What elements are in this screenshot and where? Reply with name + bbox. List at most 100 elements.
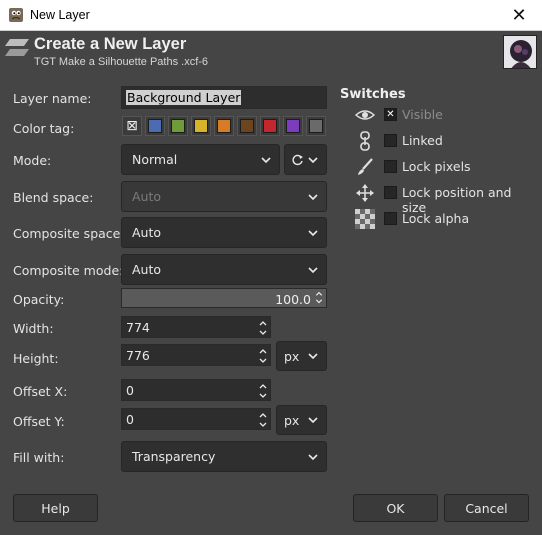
color-swatch-violet [286, 119, 300, 133]
dialog-title: Create a New Layer [34, 35, 187, 53]
color-tag-orange[interactable] [214, 116, 234, 136]
height-input[interactable]: 776 [121, 344, 271, 366]
offset-x-label: Offset X: [13, 384, 68, 399]
color-tag-label: Color tag: [13, 121, 75, 136]
spin-arrows-icon [259, 349, 267, 363]
chevron-down-icon [308, 417, 318, 424]
switch-lock-pixels[interactable]: Lock pixels [354, 156, 539, 178]
layer-name-input[interactable]: Background Layer [121, 86, 327, 109]
move-icon [356, 184, 374, 202]
blend-space-value: Auto [132, 189, 162, 204]
offset-x-input[interactable]: 0 [121, 379, 271, 401]
color-tag-yellow[interactable] [191, 116, 211, 136]
mode-group-icon [292, 154, 303, 165]
lock-alpha-label: Lock alpha [402, 211, 470, 226]
switches-title: Switches [340, 87, 406, 102]
spin-arrows-icon [259, 384, 267, 398]
color-swatch-blue [148, 119, 162, 133]
color-swatch-yellow [194, 119, 208, 133]
spin-arrows-icon [259, 413, 267, 427]
help-button[interactable]: Help [13, 494, 98, 522]
cancel-button-label: Cancel [465, 500, 508, 516]
spin-arrows-icon [259, 321, 267, 335]
image-name: TGT Make a Silhouette Paths .xcf-6 [34, 56, 209, 68]
switch-linked[interactable]: Linked [354, 130, 539, 152]
lock-pixels-label: Lock pixels [402, 159, 471, 174]
checked-icon: ✕ [386, 109, 395, 120]
color-tag-blue[interactable] [145, 116, 165, 136]
offset-unit-dropdown[interactable]: px [276, 405, 327, 435]
mode-switch-button[interactable] [284, 144, 327, 175]
color-swatch-green [171, 119, 185, 133]
switch-visible[interactable]: ✕ Visible [354, 104, 539, 126]
switch-lock-position[interactable]: Lock position and size [354, 182, 539, 215]
color-swatch-brown [240, 119, 254, 133]
opacity-label: Opacity: [13, 292, 65, 307]
color-swatch-orange [217, 119, 231, 133]
chevron-down-icon [261, 156, 271, 163]
color-tag-green[interactable] [168, 116, 188, 136]
window-title: New Layer [30, 8, 90, 22]
fill-with-dropdown[interactable]: Transparency [121, 441, 327, 472]
mode-value: Normal [132, 152, 178, 167]
window-titlebar: New Layer ✕ [0, 0, 542, 31]
chevron-down-icon [308, 229, 318, 236]
no-color-icon: ⊠ [126, 118, 138, 134]
color-swatch-red [263, 119, 277, 133]
composite-mode-dropdown[interactable]: Auto [121, 254, 327, 285]
new-layer-icon [5, 39, 29, 56]
lock-position-checkbox[interactable] [384, 186, 397, 199]
linked-checkbox[interactable] [384, 134, 397, 147]
height-label: Height: [13, 351, 59, 366]
spin-arrows-icon [315, 291, 323, 304]
eye-icon [354, 110, 376, 120]
height-value: 776 [126, 347, 150, 363]
fill-with-value: Transparency [132, 449, 216, 464]
color-tag-gray[interactable] [306, 116, 326, 136]
linked-label: Linked [402, 133, 443, 148]
chevron-down-icon [308, 266, 318, 273]
mode-dropdown[interactable]: Normal [121, 144, 280, 175]
visible-checkbox[interactable]: ✕ [384, 108, 397, 121]
composite-mode-value: Auto [132, 262, 162, 277]
composite-space-dropdown[interactable]: Auto [121, 217, 327, 248]
blend-space-dropdown[interactable]: Auto [121, 181, 327, 212]
width-value: 774 [126, 319, 150, 335]
image-thumbnail [503, 35, 537, 69]
chevron-down-icon [308, 353, 318, 360]
offset-unit-value: px [284, 412, 300, 428]
blend-space-label: Blend space: [13, 190, 94, 205]
color-tag-brown[interactable] [237, 116, 257, 136]
dialog-header: Create a New Layer TGT Make a Silhouette… [0, 31, 542, 73]
width-label: Width: [13, 321, 54, 336]
color-tag-red[interactable] [260, 116, 280, 136]
chevron-down-icon [308, 193, 318, 200]
cancel-button[interactable]: Cancel [444, 494, 529, 522]
gimp-app-icon [9, 8, 23, 22]
paintbrush-icon [358, 158, 373, 175]
help-button-label: Help [41, 500, 70, 516]
offset-y-input[interactable]: 0 [121, 408, 271, 430]
mode-label: Mode: [13, 153, 52, 168]
layer-name-value: Background Layer [126, 90, 242, 105]
lock-pixels-checkbox[interactable] [384, 160, 397, 173]
fill-with-label: Fill with: [13, 450, 65, 465]
ok-button-label: OK [386, 500, 405, 516]
chevron-down-icon [308, 453, 318, 460]
opacity-slider[interactable]: 100.0 [121, 288, 327, 308]
size-unit-value: px [284, 348, 300, 364]
color-tag-violet[interactable] [283, 116, 303, 136]
composite-space-label: Composite space: [13, 226, 125, 241]
color-tag-none[interactable]: ⊠ [122, 116, 142, 136]
offset-y-label: Offset Y: [13, 414, 65, 429]
ok-button[interactable]: OK [353, 494, 438, 522]
offset-x-value: 0 [126, 382, 134, 398]
lock-alpha-checkbox[interactable] [384, 212, 397, 225]
switch-lock-alpha[interactable]: Lock alpha [354, 208, 539, 230]
size-unit-dropdown[interactable]: px [276, 341, 327, 371]
chain-link-icon [360, 131, 370, 151]
width-input[interactable]: 774 [121, 316, 271, 338]
color-swatch-gray [309, 119, 323, 133]
close-icon: ✕ [511, 5, 527, 26]
close-button[interactable]: ✕ [496, 0, 542, 31]
